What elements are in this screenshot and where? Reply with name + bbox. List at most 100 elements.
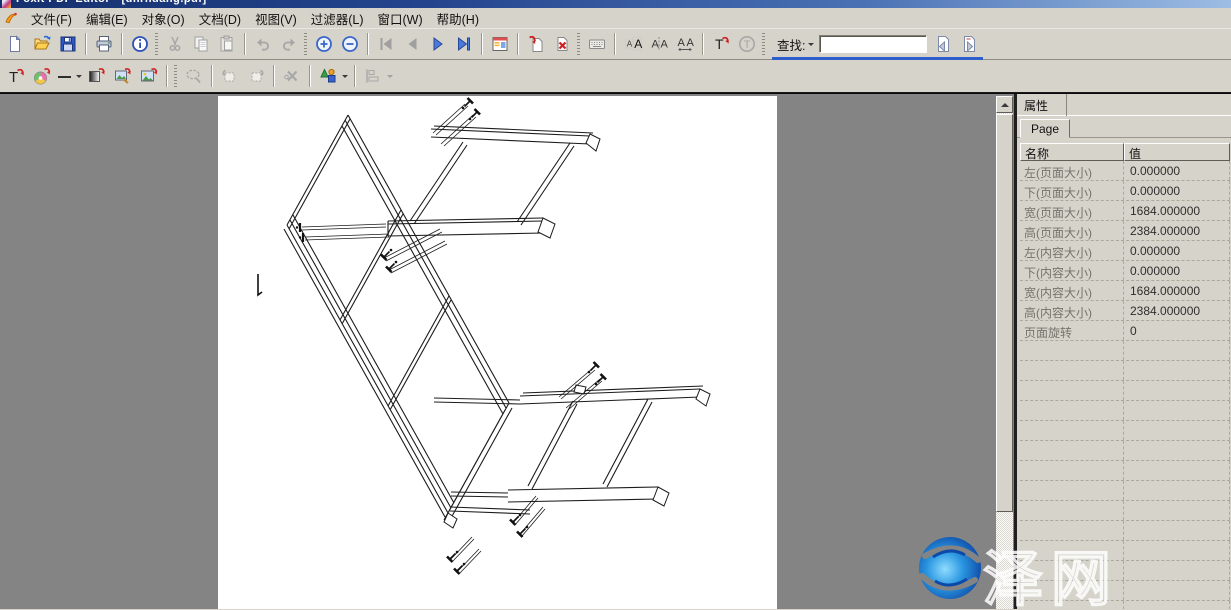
align-dropdown-icon[interactable] — [387, 75, 393, 81]
redo-button[interactable] — [276, 31, 302, 57]
menu-edit[interactable]: 编辑(E) — [79, 7, 135, 30]
first-page-button[interactable] — [373, 31, 399, 57]
app-icon — [2, 0, 11, 8]
table-row-empty — [1020, 401, 1230, 421]
undo-icon — [253, 34, 273, 54]
print-button[interactable] — [91, 31, 117, 57]
table-row[interactable]: 页面旋转0 — [1020, 321, 1230, 341]
menu-object[interactable]: 对象(O) — [135, 7, 192, 30]
insert-gradient-button[interactable] — [84, 63, 110, 89]
column-header-value[interactable]: 值 — [1124, 143, 1230, 161]
copy-button[interactable] — [188, 31, 214, 57]
svg-text:A: A — [687, 37, 695, 49]
toolbar-grip[interactable] — [174, 65, 177, 87]
menu-document[interactable]: 文档(D) — [192, 7, 248, 30]
toolbar-grip[interactable] — [577, 33, 580, 55]
new-document-button[interactable] — [3, 31, 29, 57]
separator — [121, 33, 123, 55]
line-style-dropdown-icon[interactable] — [76, 75, 82, 81]
cut-icon — [165, 34, 185, 54]
info-icon — [130, 34, 150, 54]
find-previous-button[interactable] — [930, 31, 956, 57]
table-row[interactable]: 下(页面大小)0.000000 — [1020, 181, 1230, 201]
page-layout-button[interactable] — [487, 31, 513, 57]
document-page[interactable] — [218, 96, 777, 609]
insert-text-object-icon: T — [6, 66, 26, 86]
line-icon — [56, 66, 74, 86]
insert-text-button[interactable]: T — [708, 31, 734, 57]
window-title: Foxit PDF Editor - [dhrhdang.pdf] — [16, 0, 207, 5]
table-row[interactable]: 高(页面大小)2384.000000 — [1020, 221, 1230, 241]
align-button[interactable] — [360, 63, 386, 89]
menu-filter[interactable]: 过滤器(L) — [304, 7, 371, 30]
separator — [273, 65, 275, 87]
undo-button[interactable] — [250, 31, 276, 57]
table-row[interactable]: 宽(内容大小)1684.000000 — [1020, 281, 1230, 301]
rotate-right-button[interactable] — [243, 63, 269, 89]
scrollbar-thumb[interactable] — [996, 114, 1013, 512]
table-row[interactable]: 高(内容大小)2384.000000 — [1020, 301, 1230, 321]
tab-page[interactable]: Page — [1020, 119, 1070, 138]
select-object-button[interactable] — [181, 63, 207, 89]
delete-object-button[interactable] — [279, 63, 305, 89]
font-size-button[interactable]: AA — [620, 31, 646, 57]
column-header-name[interactable]: 名称 — [1020, 143, 1124, 161]
toolbar-grip[interactable] — [762, 33, 765, 55]
zoom-in-button[interactable] — [311, 31, 337, 57]
menu-help[interactable]: 帮助(H) — [430, 7, 486, 30]
separator — [166, 65, 168, 87]
menu-window[interactable]: 窗口(W) — [371, 7, 430, 30]
find-input[interactable] — [819, 35, 927, 53]
edit-image-button[interactable] — [110, 63, 136, 89]
character-spacing-button[interactable]: AA — [672, 31, 698, 57]
insert-shape-button[interactable] — [315, 63, 341, 89]
line-style-button[interactable] — [55, 63, 75, 89]
text-caret — [258, 274, 262, 295]
insert-page-icon — [526, 34, 546, 54]
shape-dropdown-icon[interactable] — [342, 75, 348, 81]
save-button[interactable] — [55, 31, 81, 57]
delete-page-button[interactable] — [549, 31, 575, 57]
find-next-button[interactable] — [956, 31, 982, 57]
menu-view[interactable]: 视图(V) — [248, 7, 304, 30]
text-circle-button[interactable]: T — [734, 31, 760, 57]
toolbar-grip[interactable] — [304, 33, 307, 55]
workspace: 属性 Page 名称 值 左(页面大小)0.000000 下(页面大小)0.00… — [0, 93, 1231, 609]
separator — [367, 33, 369, 55]
document-info-button[interactable] — [127, 31, 153, 57]
separator — [481, 33, 483, 55]
rotate-right-icon — [246, 66, 266, 86]
table-row-empty — [1020, 541, 1230, 561]
cut-button[interactable] — [162, 31, 188, 57]
table-row[interactable]: 下(内容大小)0.000000 — [1020, 261, 1230, 281]
zoom-out-button[interactable] — [337, 31, 363, 57]
insert-image-button[interactable] — [136, 63, 162, 89]
last-page-button[interactable] — [451, 31, 477, 57]
font-size-icon: AA — [623, 34, 643, 54]
align-icon — [363, 66, 383, 86]
table-row[interactable]: 左(页面大小)0.000000 — [1020, 161, 1230, 181]
kerning-button[interactable]: AA — [646, 31, 672, 57]
vertical-scrollbar[interactable] — [996, 96, 1013, 609]
table-row[interactable]: 左(内容大小)0.000000 — [1020, 241, 1230, 261]
table-row-empty — [1020, 481, 1230, 501]
find-dropdown-icon[interactable] — [808, 43, 814, 49]
color-wheel-icon — [32, 66, 52, 86]
scroll-up-button[interactable] — [996, 96, 1013, 113]
rotate-left-button[interactable] — [217, 63, 243, 89]
paste-button[interactable] — [214, 31, 240, 57]
insert-page-button[interactable] — [523, 31, 549, 57]
keyboard-button[interactable] — [584, 31, 610, 57]
menu-file[interactable]: 文件(F) — [24, 7, 79, 30]
table-row-empty — [1020, 361, 1230, 381]
insert-text-object-button[interactable]: T — [3, 63, 29, 89]
next-page-button[interactable] — [425, 31, 451, 57]
insert-color-button[interactable] — [29, 63, 55, 89]
svg-text:T: T — [744, 39, 751, 51]
table-row[interactable]: 宽(页面大小)1684.000000 — [1020, 201, 1230, 221]
open-file-button[interactable] — [29, 31, 55, 57]
separator — [354, 65, 356, 87]
svg-text:A: A — [634, 37, 642, 51]
previous-page-button[interactable] — [399, 31, 425, 57]
toolbar-grip[interactable] — [155, 33, 158, 55]
